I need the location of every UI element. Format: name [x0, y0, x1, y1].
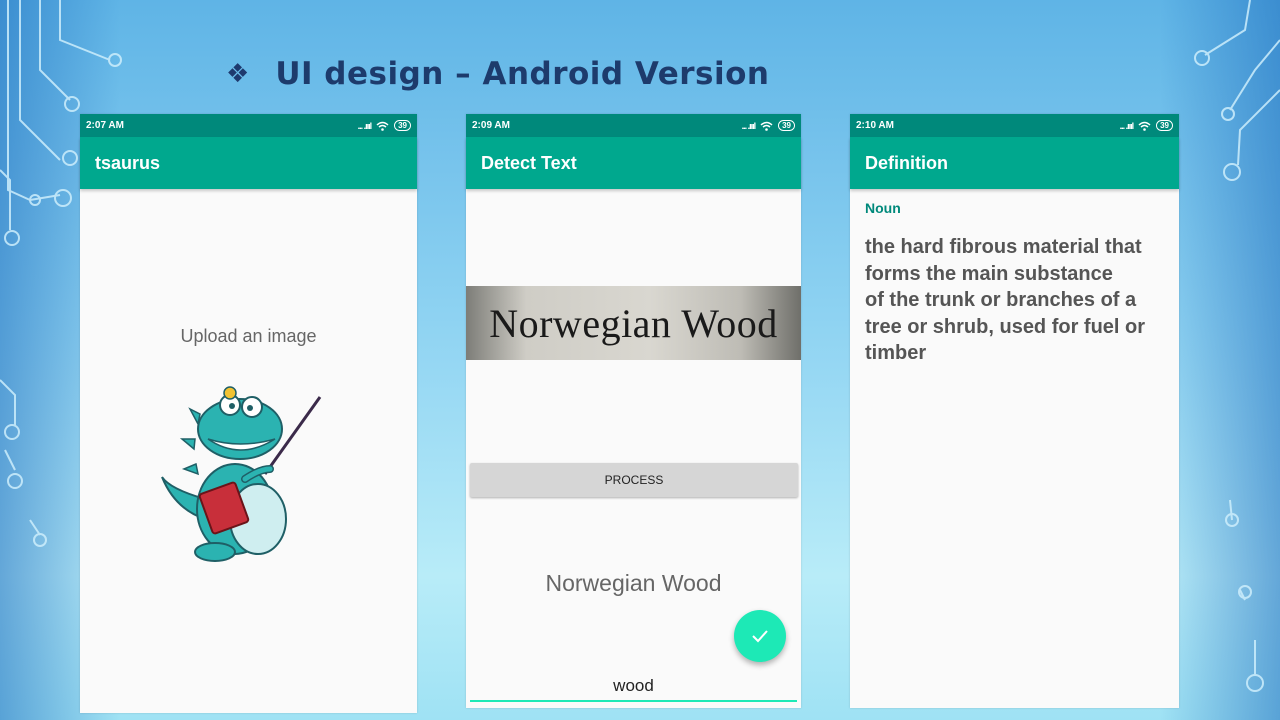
- slide-title-text: UI design – Android Version: [275, 56, 770, 92]
- signal-icon: ... .ıııl: [741, 120, 756, 131]
- phone-screen-home: 2:07 AM ... .ıııl 39 tsaurus Upload an i…: [80, 114, 417, 713]
- bullet-icon: ❖: [226, 59, 250, 89]
- signal-icon: ... .ıııl: [1119, 120, 1134, 131]
- status-bar: 2:09 AM ... .ıııl 39: [466, 114, 801, 137]
- part-of-speech-label: Noun: [865, 200, 901, 216]
- detected-text: Norwegian Wood: [545, 570, 722, 596]
- status-icons: ... .ıııl 39: [358, 120, 411, 131]
- definition-line: tree or shrub, used for fuel or: [865, 315, 1146, 338]
- wifi-icon: [760, 121, 773, 131]
- status-time: 2:09 AM: [472, 120, 510, 131]
- wifi-icon: [1138, 121, 1151, 131]
- check-icon: [752, 630, 768, 643]
- slide-title: ❖ UI design – Android Version: [226, 52, 769, 96]
- battery-icon: 39: [394, 120, 411, 131]
- wifi-icon: [376, 121, 389, 131]
- app-bar-title: Detect Text: [466, 137, 801, 189]
- battery-icon: 39: [1156, 120, 1173, 131]
- status-time: 2:10 AM: [856, 120, 894, 131]
- dinosaur-mascot-icon[interactable]: [160, 369, 335, 564]
- word-input[interactable]: [470, 672, 797, 702]
- definition-line: of the trunk or branches of a: [865, 289, 1137, 311]
- definition-line: forms the main substance: [865, 262, 1113, 285]
- scanned-image-text: Norwegian Wood: [489, 300, 778, 346]
- definition-line: the hard fibrous material that: [865, 236, 1142, 258]
- status-icons: ... .ıııl 39: [1120, 120, 1173, 131]
- app-bar-title: tsaurus: [80, 137, 417, 189]
- battery-icon: 39: [778, 120, 795, 131]
- process-button[interactable]: PROCESS: [470, 463, 798, 497]
- phone-screen-detect-text: 2:09 AM ... .ıııl 39 Detect Text Norwegi…: [466, 114, 801, 708]
- status-time: 2:07 AM: [86, 120, 124, 131]
- scanned-image: Norwegian Wood: [466, 286, 801, 360]
- upload-image-button[interactable]: Upload an image: [80, 326, 417, 347]
- status-bar: 2:07 AM ... .ıııl 39: [80, 114, 417, 137]
- signal-icon: ... .ıııl: [357, 120, 372, 131]
- definition-text: the hard fibrous material that forms the…: [865, 234, 1170, 367]
- confirm-fab-button[interactable]: [734, 610, 786, 662]
- status-bar: 2:10 AM ... .ıııl 39: [850, 114, 1179, 137]
- definition-line: timber: [865, 342, 927, 364]
- app-bar-title: Definition: [850, 137, 1179, 189]
- phone-screen-definition: 2:10 AM ... .ıııl 39 Definition Noun the…: [850, 114, 1179, 708]
- status-icons: ... .ıııl 39: [742, 120, 795, 131]
